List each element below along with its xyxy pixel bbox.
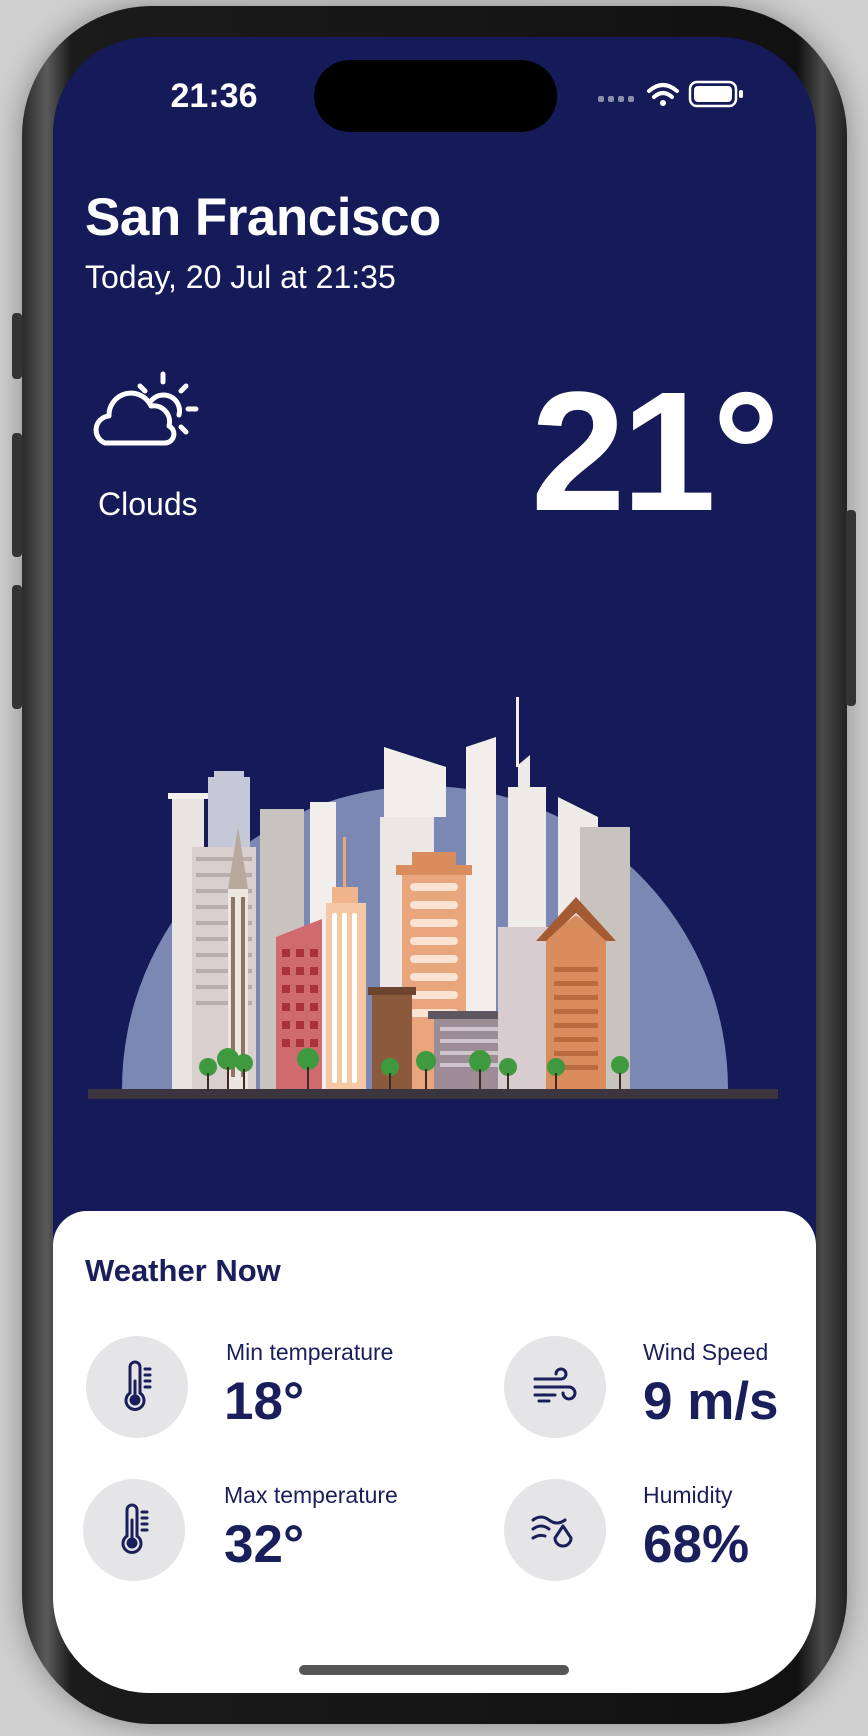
card-title: Weather Now bbox=[85, 1253, 281, 1288]
power-button bbox=[846, 510, 856, 706]
app-screen: 21:36 San Francisco Today, 20 Jul at 21:… bbox=[53, 37, 816, 1693]
date-time: Today, 20 Jul at 21:35 bbox=[85, 259, 396, 295]
wind-icon bbox=[504, 1336, 606, 1438]
cellular-signal-icon bbox=[598, 96, 634, 102]
weather-now-card: Weather Now Min temperature 18° Wind Spe… bbox=[53, 1211, 816, 1693]
status-time: 21:36 bbox=[170, 77, 258, 115]
volume-down-button bbox=[12, 585, 22, 709]
wifi-icon bbox=[647, 83, 679, 106]
dynamic-island bbox=[314, 60, 557, 132]
min-temperature-label: Min temperature bbox=[226, 1339, 394, 1365]
humidity-value: 68% bbox=[643, 1515, 750, 1574]
status-icons bbox=[598, 80, 743, 108]
wind-speed-label: Wind Speed bbox=[643, 1339, 769, 1365]
city-skyline-illustration bbox=[88, 697, 778, 1099]
condition-label: Clouds bbox=[98, 486, 198, 522]
action-button bbox=[12, 313, 22, 379]
thermometer-icon bbox=[83, 1479, 185, 1581]
max-temperature-value: 32° bbox=[224, 1515, 305, 1574]
battery-icon bbox=[688, 80, 743, 108]
thermometer-icon bbox=[86, 1336, 188, 1438]
cloud-sun-icon bbox=[93, 371, 199, 446]
min-temperature-value: 18° bbox=[224, 1372, 305, 1431]
home-indicator[interactable] bbox=[299, 1665, 569, 1675]
current-temperature: 21° bbox=[530, 357, 780, 547]
max-temperature-label: Max temperature bbox=[224, 1482, 398, 1508]
wind-speed-value: 9 m/s bbox=[643, 1372, 779, 1431]
city-name: San Francisco bbox=[85, 188, 441, 247]
humidity-label: Humidity bbox=[643, 1482, 733, 1508]
volume-up-button bbox=[12, 433, 22, 557]
humidity-icon bbox=[504, 1479, 606, 1581]
